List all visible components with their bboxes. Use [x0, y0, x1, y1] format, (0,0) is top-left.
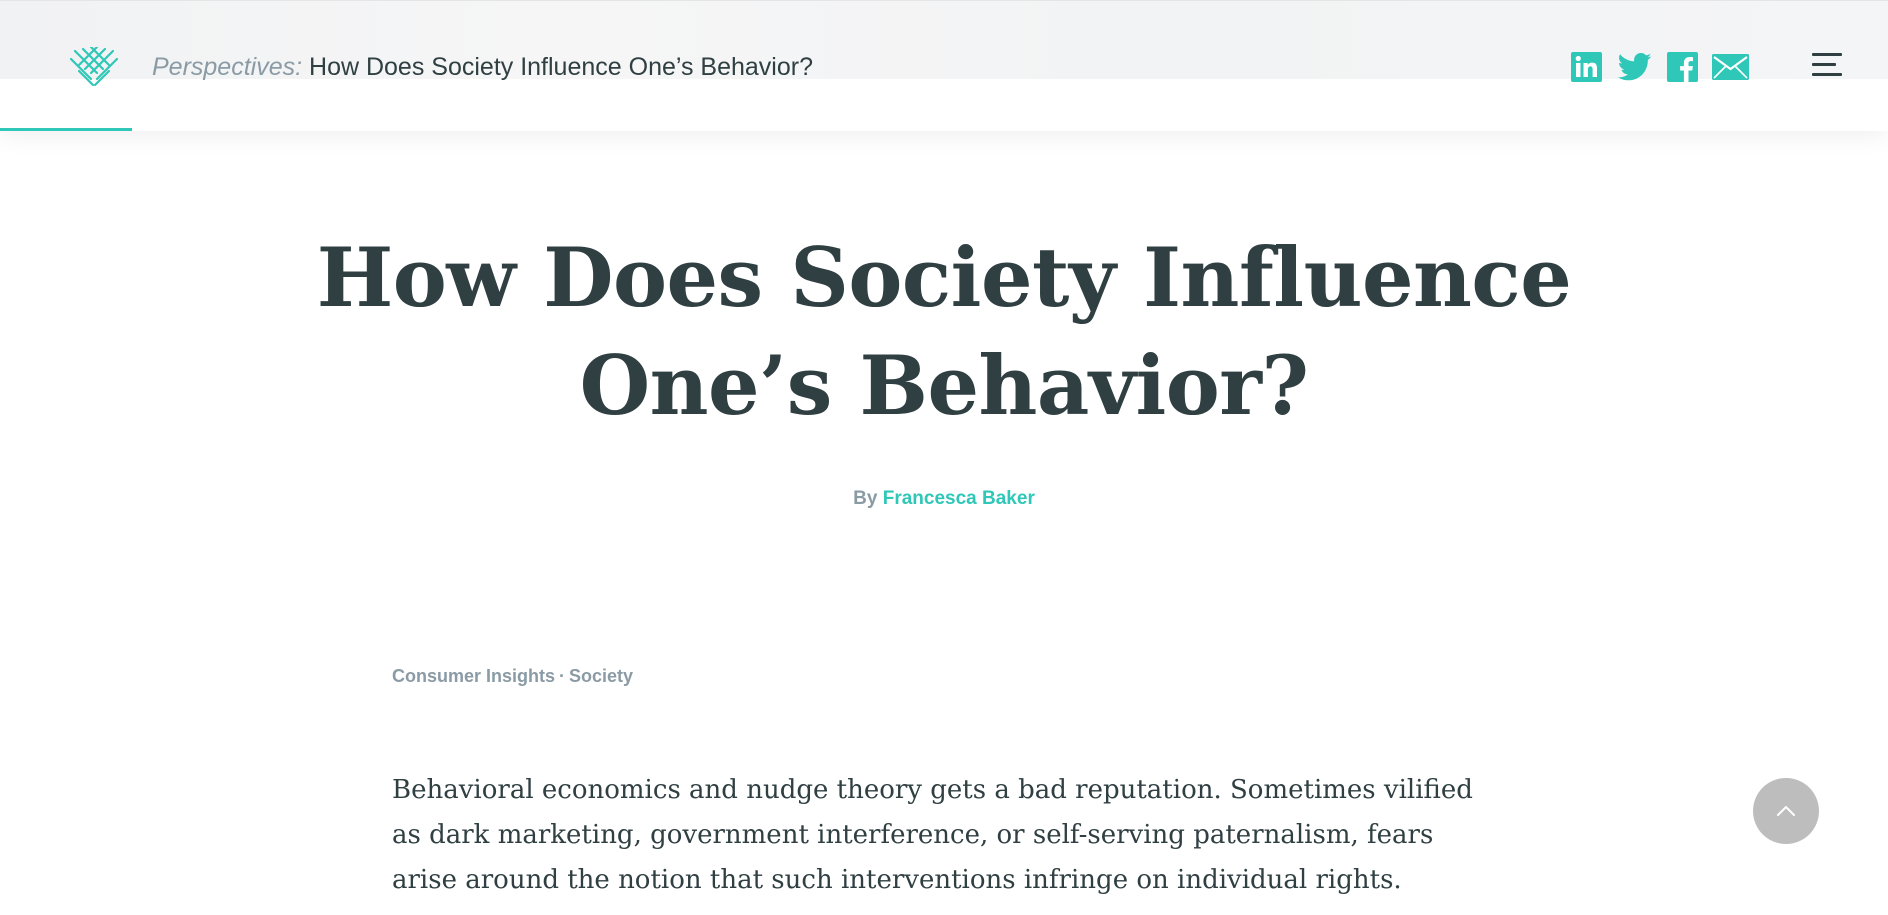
linkedin-share-link[interactable]	[1571, 52, 1602, 82]
author-link[interactable]: Francesca Baker	[883, 488, 1035, 509]
tag-consumer-insights[interactable]: Consumer Insights	[392, 666, 555, 686]
byline-prefix: By	[853, 488, 878, 509]
back-to-top-button[interactable]	[1753, 778, 1819, 844]
facebook-icon[interactable]	[1667, 52, 1698, 82]
linkedin-icon[interactable]	[1571, 52, 1602, 82]
hamburger-menu-icon[interactable]	[1812, 53, 1842, 77]
breadcrumb-title: How Does Society Influence One’s Behavio…	[309, 53, 813, 81]
article-title: How Does Society Influence One’s Behavio…	[316, 231, 1572, 434]
brand-logo-icon[interactable]	[69, 47, 119, 89]
facebook-share-link[interactable]	[1667, 52, 1698, 82]
twitter-share-link[interactable]	[1617, 52, 1652, 82]
chevron-up-icon	[1777, 806, 1795, 816]
article-lead-paragraph: Behavioral economics and nudge theory ge…	[392, 775, 1473, 895]
twitter-icon[interactable]	[1617, 53, 1652, 81]
reading-progress-bar	[0, 128, 133, 131]
tag-separator: ·	[559, 666, 566, 686]
sticky-header: Perspectives: How Does Society Influence…	[0, 0, 1888, 131]
email-share-link[interactable]	[1712, 52, 1749, 82]
breadcrumb-section[interactable]: Perspectives:	[152, 53, 302, 81]
email-icon[interactable]	[1712, 54, 1749, 80]
article-tags: Consumer Insights · Society	[392, 664, 633, 688]
byline: By Francesca Baker	[0, 487, 1888, 511]
tag-society[interactable]: Society	[569, 666, 633, 686]
breadcrumb: Perspectives: How Does Society Influence…	[152, 52, 813, 82]
